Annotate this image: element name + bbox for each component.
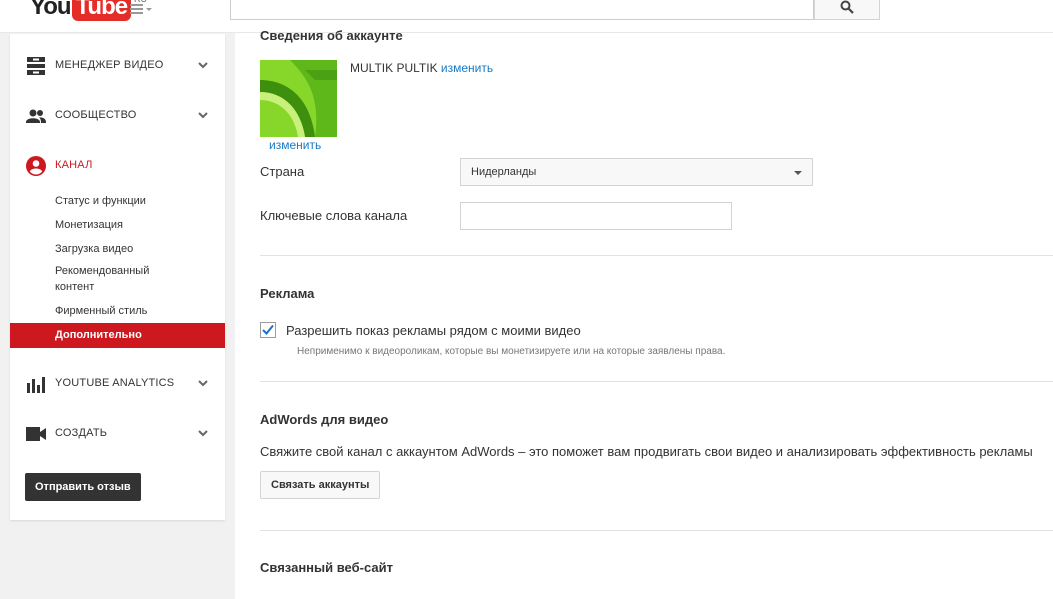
avatar-image: [260, 60, 337, 137]
sidebar-subitem-label: Дополнительно: [55, 329, 142, 341]
account-section-title: Сведения об аккаунте: [260, 28, 403, 43]
creator-sidebar: МЕНЕДЖЕР ВИДЕО СООБЩЕСТВО КАНАЛ Статус и…: [10, 34, 225, 520]
country-value: Нидерланды: [471, 166, 537, 178]
keywords-input[interactable]: [460, 202, 732, 230]
analytics-icon: [27, 377, 45, 393]
ads-note: Неприменимо к видеороликам, которые вы м…: [297, 346, 726, 357]
chevron-down-icon: [198, 112, 208, 119]
ads-section-title: Реклама: [260, 286, 315, 301]
channel-icon: [26, 156, 46, 176]
hamburger-icon: [130, 4, 152, 14]
sidebar-subitem-advanced[interactable]: Дополнительно: [10, 323, 225, 348]
send-feedback-button[interactable]: Отправить отзыв: [25, 473, 141, 501]
country-label: Страна: [260, 164, 305, 179]
sidebar-item-label: СОЗДАТЬ: [55, 427, 108, 439]
sidebar-subitem-status[interactable]: Статус и функции: [55, 193, 215, 209]
youtube-logo[interactable]: YouTube RU: [30, 0, 147, 22]
allow-ads-checkbox[interactable]: [260, 322, 276, 338]
divider: [260, 381, 1053, 382]
dropdown-arrow-icon: [794, 171, 802, 175]
sidebar-item-label: СООБЩЕСТВО: [55, 109, 137, 121]
search-button[interactable]: [814, 0, 880, 20]
sidebar-subitem-upload[interactable]: Загрузка видео: [55, 241, 215, 257]
sidebar-item-channel[interactable]: КАНАЛ: [10, 149, 225, 181]
sidebar-subitem-featured-content[interactable]: Рекомендованный контент: [55, 263, 165, 295]
edit-avatar-link[interactable]: изменить: [269, 138, 321, 152]
sidebar-subitem-monetization[interactable]: Монетизация: [55, 217, 215, 233]
guide-menu-button[interactable]: [130, 2, 154, 18]
allow-ads-label[interactable]: Разрешить показ рекламы рядом с моими ви…: [286, 323, 581, 338]
sidebar-item-community[interactable]: СООБЩЕСТВО: [10, 99, 225, 131]
edit-name-link[interactable]: изменить: [441, 61, 493, 75]
video-manager-icon: [27, 57, 45, 75]
channel-name-row: MULTIK PULTIK изменить: [350, 61, 493, 75]
adwords-description: Свяжите свой канал с аккаунтом AdWords –…: [260, 444, 1033, 459]
logo-tube: Tube: [71, 0, 132, 21]
search-icon: [840, 0, 854, 14]
sidebar-item-label: МЕНЕДЖЕР ВИДЕО: [55, 59, 164, 71]
link-accounts-button[interactable]: Связать аккаунты: [260, 471, 381, 499]
website-section-title: Связанный веб-сайт: [260, 560, 393, 575]
top-bar: YouTube RU: [0, 0, 1053, 33]
sidebar-item-create[interactable]: СОЗДАТЬ: [10, 417, 225, 449]
sidebar-subitem-branding[interactable]: Фирменный стиль: [55, 303, 215, 319]
video-camera-icon: [26, 427, 46, 441]
channel-avatar: [260, 60, 337, 137]
main-content: Сведения об аккаунте изменить MULTIK PUL…: [235, 28, 1053, 599]
keywords-label: Ключевые слова канала: [260, 208, 408, 223]
search-input[interactable]: [230, 0, 814, 20]
logo-you: You: [30, 0, 72, 20]
chevron-down-icon: [198, 62, 208, 69]
divider: [260, 530, 1053, 531]
adwords-section-title: AdWords для видео: [260, 412, 389, 427]
sidebar-item-analytics[interactable]: YOUTUBE ANALYTICS: [10, 367, 225, 399]
divider: [260, 255, 1053, 256]
checkmark-icon: [262, 324, 274, 335]
country-select[interactable]: Нидерланды: [460, 158, 813, 186]
chevron-down-icon: [198, 380, 208, 387]
sidebar-item-label: КАНАЛ: [55, 159, 93, 171]
chevron-down-icon: [198, 430, 208, 437]
channel-name: MULTIK PULTIK: [350, 61, 438, 75]
sidebar-item-label: YOUTUBE ANALYTICS: [55, 377, 175, 389]
community-icon: [26, 109, 46, 123]
sidebar-item-video-manager[interactable]: МЕНЕДЖЕР ВИДЕО: [10, 49, 225, 81]
